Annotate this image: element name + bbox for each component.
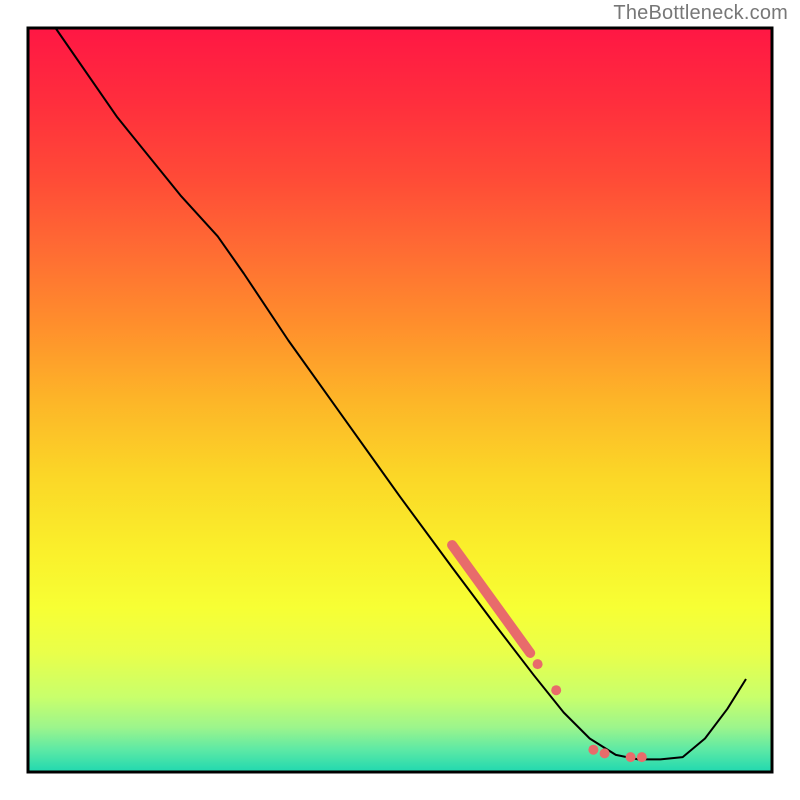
- plot-background: [28, 28, 772, 772]
- chart-plot: [0, 0, 800, 800]
- scatter-dot: [626, 752, 636, 762]
- scatter-dot: [600, 748, 610, 758]
- scatter-dot: [551, 685, 561, 695]
- watermark-text: TheBottleneck.com: [613, 2, 788, 25]
- scatter-dot: [533, 659, 543, 669]
- scatter-dot: [588, 745, 598, 755]
- scatter-dot: [637, 752, 647, 762]
